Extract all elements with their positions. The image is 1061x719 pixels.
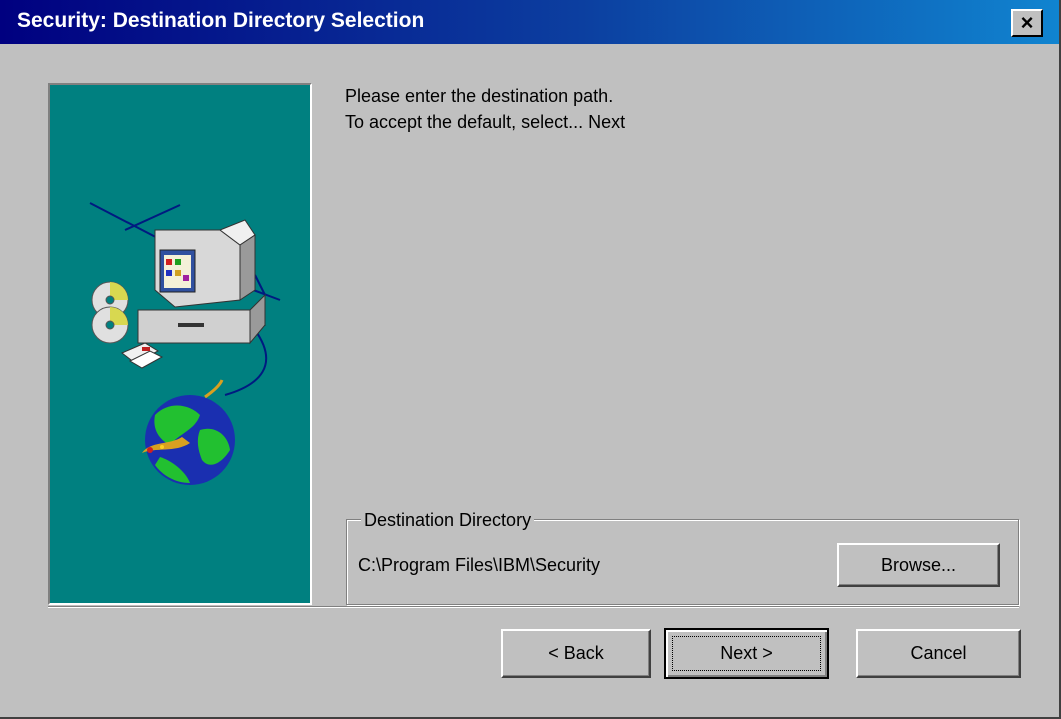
instruction-line-1: Please enter the destination path. xyxy=(345,86,614,106)
browse-button[interactable]: Browse... xyxy=(837,543,1000,587)
cancel-button[interactable]: Cancel xyxy=(856,629,1021,678)
title-bar[interactable]: Security: Destination Directory Selectio… xyxy=(0,0,1059,44)
floppy-icon xyxy=(121,342,164,369)
setup-illustration xyxy=(89,202,281,485)
window-title: Security: Destination Directory Selectio… xyxy=(17,9,425,32)
close-button[interactable]: × xyxy=(1011,9,1043,37)
cd-icon xyxy=(91,281,129,344)
destination-path: C:\Program Files\IBM\Security xyxy=(358,555,601,575)
next-button-label: Next > xyxy=(720,643,773,663)
separator-line xyxy=(48,606,1019,608)
instruction-line-2: To accept the default, select... Next xyxy=(345,112,626,132)
back-button-label: < Back xyxy=(548,643,604,663)
cancel-button-label: Cancel xyxy=(910,643,967,663)
back-button[interactable]: < Back xyxy=(501,629,651,678)
next-button[interactable]: Next > xyxy=(664,628,829,679)
computer-icon xyxy=(137,219,267,345)
setup-illustration-panel xyxy=(48,83,312,605)
destination-directory-label: Destination Directory xyxy=(361,510,535,531)
installer-dialog: Security: Destination Directory Selectio… xyxy=(0,0,1061,719)
close-icon: × xyxy=(1020,10,1034,35)
globe-icon xyxy=(142,379,235,485)
browse-button-label: Browse... xyxy=(880,554,957,575)
